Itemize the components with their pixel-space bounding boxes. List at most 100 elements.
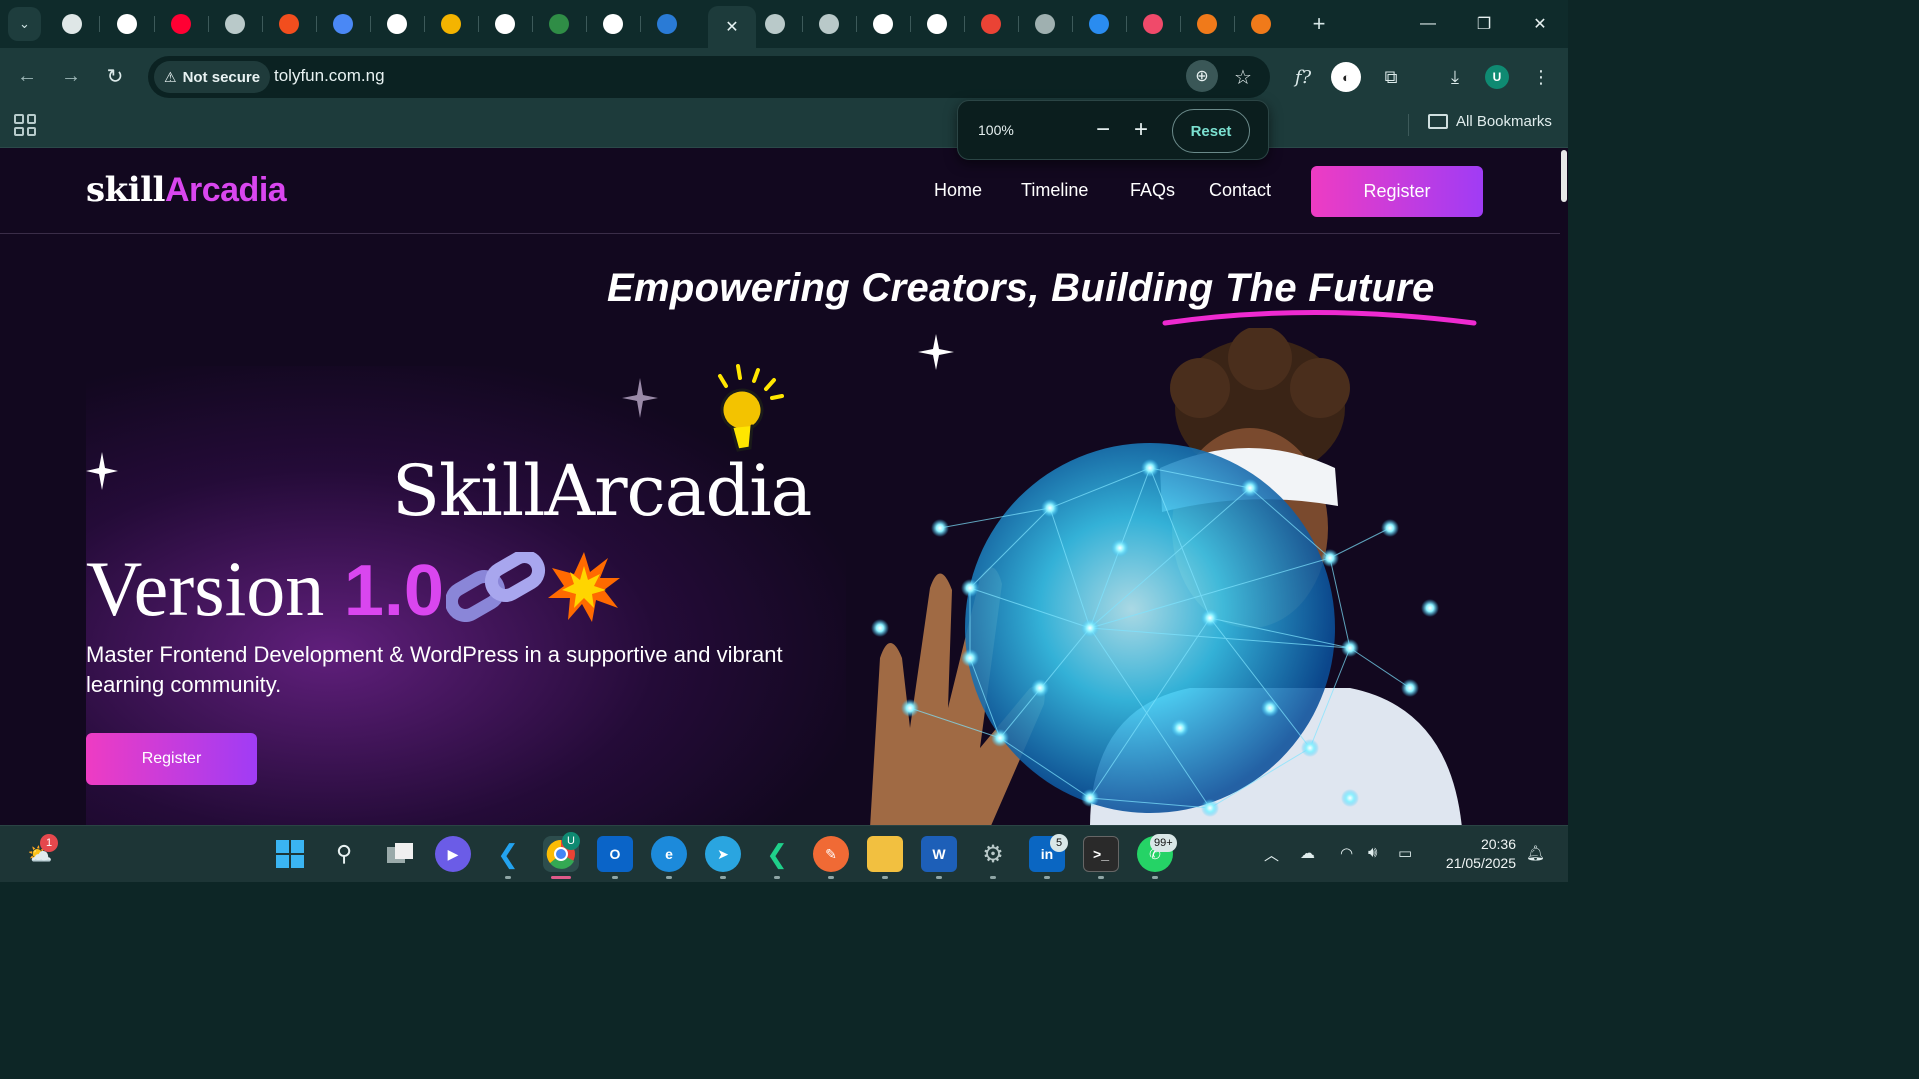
glow-node: [1201, 799, 1219, 817]
edge-icon[interactable]: e: [651, 836, 687, 872]
site-logo[interactable]: skillArcadia: [86, 170, 287, 210]
outlook-icon[interactable]: O: [597, 836, 633, 872]
postman-icon[interactable]: ✎: [813, 836, 849, 872]
vscode-insiders-icon[interactable]: ❮: [759, 836, 795, 872]
restore-button[interactable]: ❐: [1464, 10, 1504, 38]
page-scrollbar-track[interactable]: [1560, 148, 1568, 825]
gmail-icon: [981, 14, 1001, 34]
browser-tab[interactable]: [857, 8, 909, 40]
browser-tab[interactable]: [317, 8, 369, 40]
minimize-button[interactable]: —: [1408, 10, 1448, 38]
glow-node: [1141, 459, 1159, 477]
reload-button[interactable]: ↻: [101, 62, 129, 90]
nav-register-button[interactable]: Register: [1311, 166, 1483, 217]
back-button[interactable]: ←: [13, 62, 41, 90]
volume-icon[interactable]: 🔊︎: [1368, 844, 1377, 861]
vscode-icon[interactable]: ❮: [490, 836, 526, 872]
profile-avatar[interactable]: U: [1485, 65, 1509, 89]
tray-chevron-icon[interactable]: ︿: [1264, 844, 1279, 865]
nav-home[interactable]: Home: [934, 180, 982, 201]
site-navbar: skillArcadia Home Timeline FAQs Contact …: [0, 148, 1560, 234]
word-icon[interactable]: W: [921, 836, 957, 872]
wifi-icon[interactable]: ◠: [1340, 844, 1353, 862]
extensions-puzzle-icon[interactable]: ⧉: [1376, 62, 1406, 92]
browser-tab[interactable]: [479, 8, 531, 40]
running-indicator: [828, 876, 834, 879]
globe-icon: [225, 14, 245, 34]
browser-tab[interactable]: [1127, 8, 1179, 40]
apps-grid-icon[interactable]: [14, 114, 36, 136]
address-bar[interactable]: ⚠ Not secure tolyfun.com.ng ⊕ ☆: [148, 56, 1270, 98]
browser-tab[interactable]: [101, 8, 153, 40]
zoom-icon[interactable]: ⊕: [1186, 60, 1218, 92]
glow-node: [1381, 519, 1399, 537]
browser-tab[interactable]: [1019, 8, 1071, 40]
browser-tab[interactable]: [587, 8, 639, 40]
nav-faqs[interactable]: FAQs: [1130, 180, 1175, 201]
glow-node: [991, 729, 1009, 747]
hero-register-button[interactable]: Register: [86, 733, 257, 785]
page-scrollbar-thumb[interactable]: [1561, 150, 1567, 202]
browser-tab[interactable]: [425, 8, 477, 40]
settings-gear-icon[interactable]: ⚙: [975, 836, 1011, 872]
security-chip[interactable]: ⚠ Not secure: [154, 61, 271, 93]
running-indicator: [1152, 876, 1158, 879]
logo-text-skill: skill: [86, 170, 165, 210]
forward-button[interactable]: →: [57, 62, 85, 90]
search-icon[interactable]: ⚲: [326, 836, 362, 872]
file-explorer-icon[interactable]: [867, 836, 903, 872]
hero-title: SkillArcadia: [392, 450, 812, 532]
browser-tab[interactable]: [1073, 8, 1125, 40]
meet-icon[interactable]: ▶: [435, 836, 471, 872]
docs-icon: [333, 14, 353, 34]
browser-tab[interactable]: [965, 8, 1017, 40]
start-windows-icon[interactable]: [272, 836, 308, 872]
browser-tab[interactable]: [641, 8, 693, 40]
browser-tab[interactable]: [1181, 8, 1233, 40]
bookmark-star-icon[interactable]: ☆: [1228, 62, 1258, 92]
browser-tab[interactable]: [533, 8, 585, 40]
system-clock[interactable]: 20:36 21/05/2025: [1436, 835, 1516, 873]
new-tab-button[interactable]: +: [1305, 10, 1333, 38]
task-view-icon[interactable]: [382, 836, 418, 872]
all-bookmarks-button[interactable]: All Bookmarks: [1428, 113, 1552, 130]
browser-tab[interactable]: [749, 8, 801, 40]
bookmarks-bar: All Bookmarks: [0, 104, 1568, 148]
glow-node: [1201, 609, 1219, 627]
telegram-icon[interactable]: ➤: [705, 836, 741, 872]
zoom-out-button[interactable]: −: [1088, 115, 1118, 145]
nav-timeline[interactable]: Timeline: [1021, 180, 1088, 201]
extension-circle-icon[interactable]: ◐: [1331, 62, 1361, 92]
close-tab-icon[interactable]: ✕: [725, 17, 738, 37]
browser-tab[interactable]: [911, 8, 963, 40]
browser-tab[interactable]: [155, 8, 207, 40]
active-tab[interactable]: ✕: [708, 6, 756, 48]
linkedin-badge: 5: [1050, 834, 1068, 852]
download-icon[interactable]: ⤓: [1440, 62, 1470, 92]
glow-node: [901, 699, 919, 717]
browser-tab[interactable]: [371, 8, 423, 40]
whatsapp-badge: 99+: [1150, 834, 1177, 852]
menu-kebab-icon[interactable]: ⋮: [1526, 62, 1556, 92]
browser-tab[interactable]: [46, 8, 98, 40]
glow-node: [871, 619, 889, 637]
glow-node: [1421, 599, 1439, 617]
browser-tab[interactable]: [803, 8, 855, 40]
close-window-button[interactable]: ✕: [1520, 10, 1560, 38]
notification-bell-icon[interactable]: 🔔︎: [1526, 844, 1545, 862]
zoom-reset-button[interactable]: Reset: [1172, 109, 1250, 153]
nav-contact[interactable]: Contact: [1209, 180, 1271, 201]
tab-search-button[interactable]: ⌄: [8, 7, 41, 41]
browser-tab[interactable]: [1235, 8, 1287, 40]
location-icon: [1089, 14, 1109, 34]
github-icon: [117, 14, 137, 34]
onedrive-icon[interactable]: ☁: [1300, 844, 1315, 862]
browser-tab[interactable]: [263, 8, 315, 40]
url-text[interactable]: tolyfun.com.ng: [274, 66, 385, 86]
web-page: skillArcadia Home Timeline FAQs Contact …: [0, 148, 1568, 825]
terminal-icon[interactable]: >_: [1083, 836, 1119, 872]
zoom-in-button[interactable]: +: [1126, 115, 1156, 145]
browser-tab[interactable]: [209, 8, 261, 40]
font-extension-icon[interactable]: f?: [1288, 62, 1318, 92]
battery-icon[interactable]: ▭: [1398, 844, 1412, 862]
